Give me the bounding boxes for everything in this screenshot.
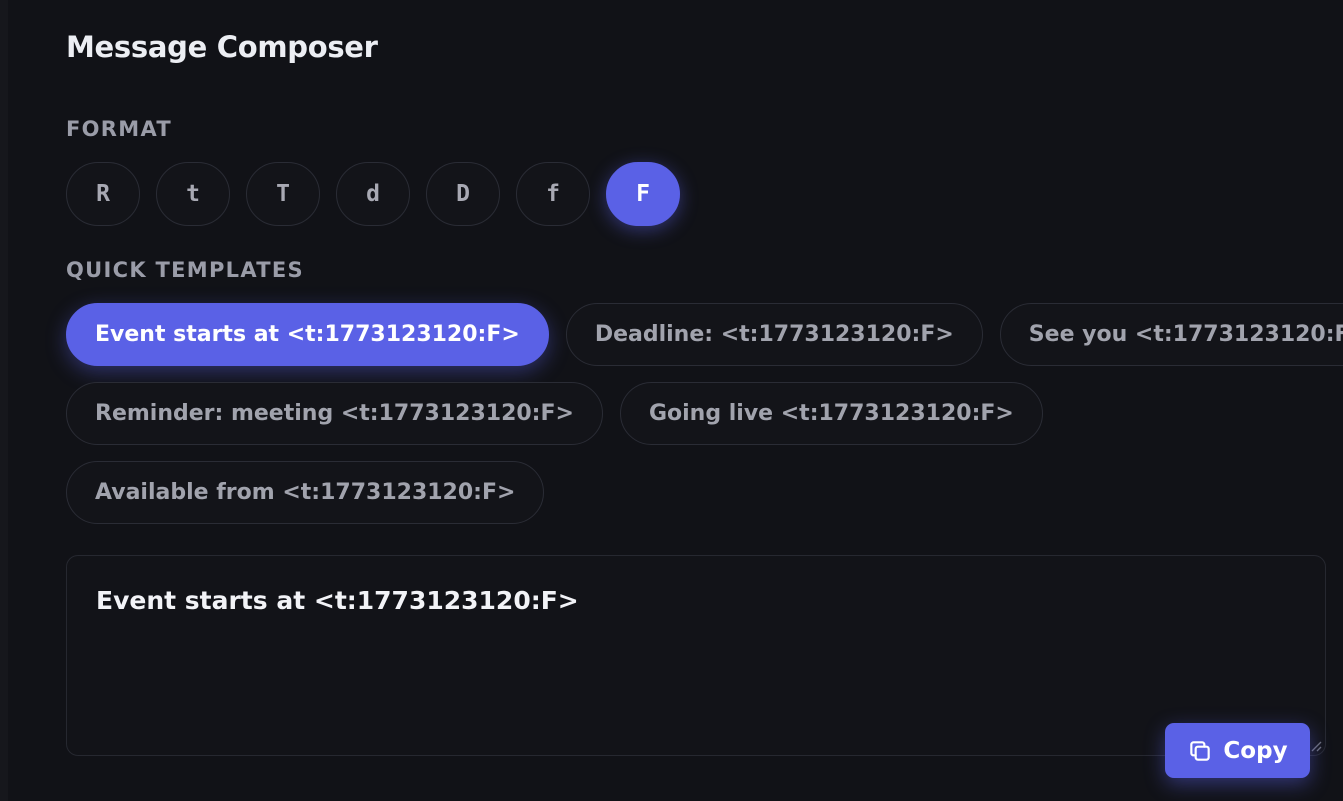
- copy-icon: [1190, 740, 1211, 761]
- page-title: Message Composer: [66, 30, 378, 64]
- resize-grip-icon[interactable]: [1310, 740, 1322, 752]
- message-text: Event starts at <t:1773123120:F>: [96, 586, 579, 615]
- template-chip[interactable]: Reminder: meeting <t:1773123120:F>: [66, 382, 603, 445]
- template-chip[interactable]: Event starts at <t:1773123120:F>: [66, 303, 549, 366]
- template-row: Reminder: meeting <t:1773123120:F> Going …: [66, 382, 1306, 445]
- template-chip[interactable]: Available from <t:1773123120:F>: [66, 461, 545, 524]
- format-option-4[interactable]: D: [426, 162, 500, 226]
- format-options: RtTdDfF: [66, 162, 680, 226]
- template-row: Available from <t:1773123120:F>: [66, 461, 1306, 524]
- template-chip[interactable]: See you <t:1773123120:F>!: [999, 303, 1343, 366]
- message-textarea[interactable]: Event starts at <t:1773123120:F>: [66, 555, 1326, 756]
- message-composer-panel: Message Composer FORMAT RtTdDfF QUICK TE…: [0, 0, 1343, 801]
- copy-button[interactable]: Copy: [1165, 723, 1310, 778]
- format-option-0[interactable]: R: [66, 162, 140, 226]
- format-option-3[interactable]: d: [336, 162, 410, 226]
- format-label: FORMAT: [66, 117, 173, 141]
- template-chip[interactable]: Going live <t:1773123120:F>: [619, 382, 1043, 445]
- copy-button-label: Copy: [1223, 737, 1288, 764]
- format-option-5[interactable]: f: [516, 162, 590, 226]
- format-option-2[interactable]: T: [246, 162, 320, 226]
- format-option-1[interactable]: t: [156, 162, 230, 226]
- format-option-6[interactable]: F: [606, 162, 680, 226]
- quick-templates: Event starts at <t:1773123120:F> Deadline…: [66, 303, 1343, 540]
- template-row: Event starts at <t:1773123120:F> Deadline…: [66, 303, 1343, 366]
- quick-templates-label: QUICK TEMPLATES: [66, 258, 304, 282]
- template-chip[interactable]: Deadline: <t:1773123120:F>: [565, 303, 983, 366]
